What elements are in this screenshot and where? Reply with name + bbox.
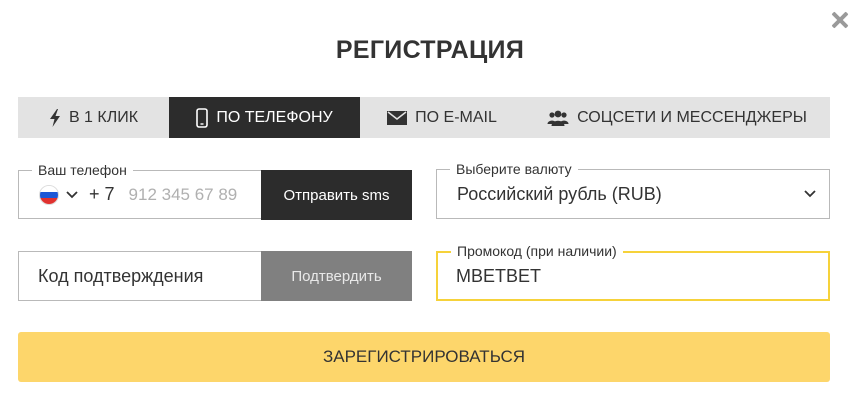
phone-field: Ваш телефон + 7 Отправить sms bbox=[18, 162, 412, 220]
lightning-icon bbox=[49, 108, 60, 127]
tab-social[interactable]: СОЦСЕТИ И МЕССЕНДЖЕРЫ bbox=[524, 97, 830, 138]
close-icon[interactable] bbox=[826, 6, 854, 34]
envelope-icon bbox=[387, 110, 408, 125]
confirm-button[interactable]: Подтвердить bbox=[261, 251, 412, 301]
chevron-down-icon[interactable] bbox=[65, 190, 79, 200]
tab-label: В 1 КЛИК bbox=[68, 108, 139, 126]
russia-flag-icon[interactable] bbox=[39, 184, 59, 205]
phone-icon bbox=[196, 107, 209, 128]
phone-input[interactable] bbox=[128, 184, 249, 205]
promo-code-label: Промокод (при наличии) bbox=[451, 243, 623, 259]
tab-one-click[interactable]: В 1 КЛИК bbox=[18, 97, 169, 138]
chevron-down-icon bbox=[804, 190, 816, 198]
tab-email[interactable]: ПО E-MAIL bbox=[360, 97, 524, 138]
registration-tabs: В 1 КЛИК ПО ТЕЛЕФОНУ ПО E-MAIL СОЦСЕТИ И… bbox=[18, 97, 830, 138]
currency-select[interactable]: Выберите валюту Российский рубль (RUB) bbox=[436, 161, 830, 219]
send-sms-button[interactable]: Отправить sms bbox=[261, 170, 412, 220]
tab-label: ПО ТЕЛЕФОНУ bbox=[216, 108, 333, 126]
tab-phone[interactable]: ПО ТЕЛЕФОНУ bbox=[169, 97, 360, 138]
currency-label: Выберите валюту bbox=[450, 161, 578, 177]
register-button[interactable]: ЗАРЕГИСТРИРОВАТЬСЯ bbox=[18, 332, 830, 382]
page-title: РЕГИСТРАЦИЯ bbox=[335, 36, 525, 64]
tab-label: СОЦСЕТИ И МЕССЕНДЖЕРЫ bbox=[577, 108, 807, 126]
phone-prefix: + 7 bbox=[89, 184, 115, 204]
phone-label: Ваш телефон bbox=[32, 162, 133, 178]
promo-code-input[interactable] bbox=[456, 265, 756, 287]
currency-value: Российский рубль (RUB) bbox=[457, 183, 662, 204]
users-icon bbox=[547, 110, 569, 126]
promo-code-field: Промокод (при наличии) bbox=[436, 243, 830, 301]
confirmation-code-field: Подтвердить bbox=[18, 251, 412, 301]
tab-label: ПО E-MAIL bbox=[415, 108, 497, 126]
confirmation-code-input[interactable] bbox=[38, 265, 238, 287]
